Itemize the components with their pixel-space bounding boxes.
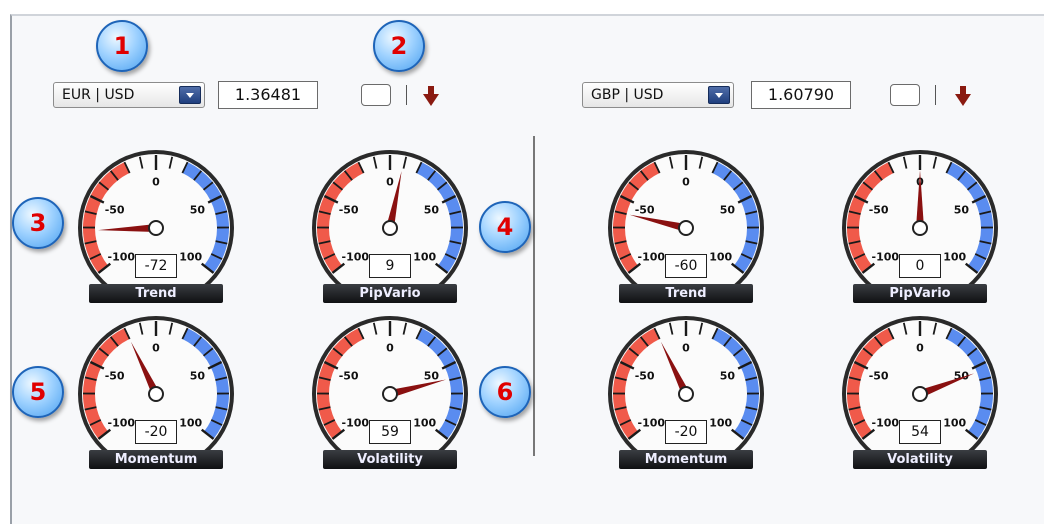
gauge-hub (382, 386, 398, 402)
gauge-value: 59 (369, 420, 411, 444)
gauge-label: Trend (619, 284, 753, 303)
gauge-pipvario-eurusd: -100 -50 0 50 100 9 PipVario (310, 148, 470, 314)
gauge-value: -60 (665, 254, 707, 278)
callout-badge: 4 (479, 201, 531, 253)
gauge-volatility-eurusd: -100 -50 0 50 100 59 Volatility (310, 314, 470, 480)
gauge-hub (148, 386, 164, 402)
gauge-value: 9 (369, 254, 411, 278)
chevron-down-icon[interactable] (708, 86, 730, 104)
price-field-gbpusd: 1.60790 (751, 81, 851, 109)
gauge-pipvario-gbpusd: -100-500501000PipVario (840, 148, 1000, 314)
currency-pair-select-gbpusd[interactable]: GBP | USD (582, 82, 734, 108)
gauge-value: -20 (135, 420, 177, 444)
gauge-label: PipVario (853, 284, 987, 303)
callout-badge: 2 (373, 20, 425, 72)
gauge-hub (382, 220, 398, 236)
gauge-needle (916, 170, 924, 228)
gauge-volatility-gbpusd: -100 -50 0 50 100 54 Volatility (840, 314, 1000, 480)
callout-badge: 3 (12, 197, 64, 249)
gauge-trend-eurusd: -100 -50 0 50 100 -72 Trend (76, 148, 236, 314)
alert-checkbox-gbpusd[interactable] (890, 84, 920, 106)
separator (935, 85, 936, 105)
currency-pair-label: EUR | USD (62, 87, 135, 103)
gauge-hub (912, 220, 928, 236)
gauge-value: -20 (665, 420, 707, 444)
gauge-trend-gbpusd: -100 -50 0 50 100 -60 Trend (606, 148, 766, 314)
gauge-hub (678, 386, 694, 402)
chevron-down-icon[interactable] (179, 86, 201, 104)
pair-divider (533, 136, 535, 456)
currency-pair-select-eurusd[interactable]: EUR | USD (53, 82, 205, 108)
gauge-hub (912, 386, 928, 402)
gauge-hub (678, 220, 694, 236)
alert-checkbox-eurusd[interactable] (361, 84, 391, 106)
currency-pair-label: GBP | USD (591, 87, 664, 103)
gauge-value: -72 (135, 254, 177, 278)
gauge-needle (98, 224, 157, 232)
gauge-label: Volatility (323, 450, 457, 469)
gauge-value: 0 (899, 254, 941, 278)
gauge-label: Momentum (89, 450, 223, 469)
gauge-momentum-eurusd: -100 -50 0 50 100 -20 Momentum (76, 314, 236, 480)
gauge-label: Volatility (853, 450, 987, 469)
callout-badge: 5 (12, 366, 64, 418)
separator (406, 85, 407, 105)
callout-badge: 1 (96, 20, 148, 72)
gauge-needle (386, 171, 402, 229)
callout-badge: 6 (479, 366, 531, 418)
gauge-value: 54 (899, 420, 941, 444)
gauge-label: Trend (89, 284, 223, 303)
gauge-label: PipVario (323, 284, 457, 303)
price-field-eurusd: 1.36481 (218, 81, 318, 109)
arrow-down-icon (955, 86, 971, 106)
arrow-down-icon (423, 86, 439, 106)
gauge-momentum-gbpusd: -100 -50 0 50 100 -20 Momentum (606, 314, 766, 480)
gauge-hub (148, 220, 164, 236)
gauge-label: Momentum (619, 450, 753, 469)
